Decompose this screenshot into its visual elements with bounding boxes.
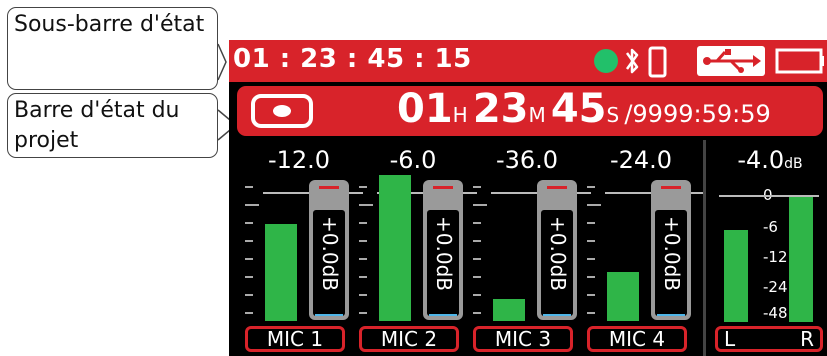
- meter-tick: [587, 186, 595, 188]
- channel-gain: +0.0dB: [660, 216, 684, 291]
- meter-tick: [359, 276, 367, 278]
- channel-fader[interactable]: +0.0dB: [651, 180, 691, 320]
- meter-tick: [245, 294, 253, 296]
- channel-meter-bar: [265, 224, 297, 321]
- master-zero-line: [719, 195, 819, 197]
- master-divider: [703, 140, 706, 356]
- meter-tick: [587, 258, 595, 260]
- channel-gain: +0.0dB: [546, 216, 570, 291]
- meter-tick: [473, 258, 481, 260]
- fader-peak-mark: [319, 186, 339, 189]
- meter-tick: [587, 294, 595, 296]
- meter-tick: [359, 294, 367, 296]
- recorder-screen: 01 : 23 : 45 : 15 01H 23M 45S /9999:59:5…: [229, 40, 827, 356]
- meter-tick: [473, 312, 481, 314]
- time-hours: 01: [397, 86, 453, 132]
- remaining-time: /9999:59:59: [624, 100, 771, 128]
- meter-tick: [473, 186, 481, 188]
- meter-tick: [245, 312, 253, 314]
- usb-icon: [697, 46, 765, 76]
- meter-tick: [587, 204, 601, 206]
- master-left-label: L: [724, 327, 736, 351]
- meter-tick: [587, 276, 595, 278]
- meter-tick: [473, 276, 481, 278]
- channel-label[interactable]: MIC 2: [359, 326, 459, 352]
- meter-tick: [359, 258, 367, 260]
- meter-tick: [245, 204, 259, 206]
- time-hours-unit: H: [452, 103, 468, 127]
- channel-gain: +0.0dB: [318, 216, 342, 291]
- status-dot-icon: [594, 49, 618, 73]
- meter-tick: [473, 240, 481, 242]
- bluetooth-icon: [625, 48, 639, 74]
- channel-level: -12.0: [267, 146, 331, 174]
- meter-tick: [245, 222, 253, 224]
- channel-level: -36.0: [495, 146, 559, 174]
- master-scale-label: -24: [763, 278, 788, 296]
- meter-tick: [359, 222, 367, 224]
- channel-label[interactable]: MIC 3: [473, 326, 573, 352]
- master-right-label: R: [800, 327, 814, 351]
- meter-tick: [359, 240, 367, 242]
- fader-peak-mark: [547, 186, 567, 189]
- channel-gain: +0.0dB: [432, 216, 456, 291]
- channel-level: -24.0: [609, 146, 673, 174]
- master-level-value: -4.0: [737, 146, 785, 174]
- channel-meter-bar: [607, 272, 639, 321]
- master-scale-label: -48: [763, 304, 788, 322]
- record-indicator-icon: [251, 94, 313, 128]
- meter-tick: [359, 186, 367, 188]
- leader-lines: [217, 43, 238, 141]
- time-seconds: 45: [550, 86, 607, 132]
- master-level-unit: dB: [784, 156, 803, 172]
- channel-level: -6.0: [389, 146, 437, 174]
- phone-icon: [648, 46, 667, 78]
- battery-icon: [775, 48, 824, 74]
- time-minutes-unit: M: [528, 103, 546, 127]
- meter-tick: [587, 312, 595, 314]
- sub-status-bar: 01 : 23 : 45 : 15: [229, 40, 827, 82]
- meter-tick: [245, 240, 253, 242]
- channel-fader[interactable]: +0.0dB: [537, 180, 577, 320]
- meter-tick: [245, 258, 253, 260]
- meter-tick: [473, 294, 481, 296]
- channel-label[interactable]: MIC 1: [245, 326, 345, 352]
- project-status-bar: 01H 23M 45S /9999:59:59: [237, 86, 823, 136]
- meter-tick: [245, 186, 253, 188]
- meter-tick: [359, 312, 367, 314]
- meter-tick: [587, 240, 595, 242]
- master-scale-label: -12: [763, 248, 788, 266]
- channel-meter-bar: [493, 299, 525, 321]
- sub-status-timecode: 01 : 23 : 45 : 15: [233, 44, 472, 74]
- master-scale-label: -6: [763, 218, 778, 236]
- meter-tick: [359, 204, 373, 206]
- fader-peak-mark: [433, 186, 453, 189]
- channel-fader[interactable]: +0.0dB: [423, 180, 463, 320]
- master-level: -4.0dB: [715, 146, 825, 174]
- master-meter-left: [724, 230, 748, 322]
- time-seconds-unit: S: [606, 103, 620, 127]
- channel-fader[interactable]: +0.0dB: [309, 180, 349, 320]
- master-label: L R: [715, 326, 823, 352]
- meter-tick: [587, 222, 595, 224]
- master-meter-right: [789, 196, 813, 322]
- channel-meter-bar: [379, 175, 411, 321]
- meter-tick: [473, 222, 481, 224]
- time-minutes: 23: [472, 86, 529, 132]
- fader-peak-mark: [661, 186, 681, 189]
- project-time: 01H 23M 45S /9999:59:59: [397, 86, 771, 136]
- meter-tick: [473, 204, 487, 206]
- channel-label[interactable]: MIC 4: [587, 326, 687, 352]
- meter-tick: [245, 276, 253, 278]
